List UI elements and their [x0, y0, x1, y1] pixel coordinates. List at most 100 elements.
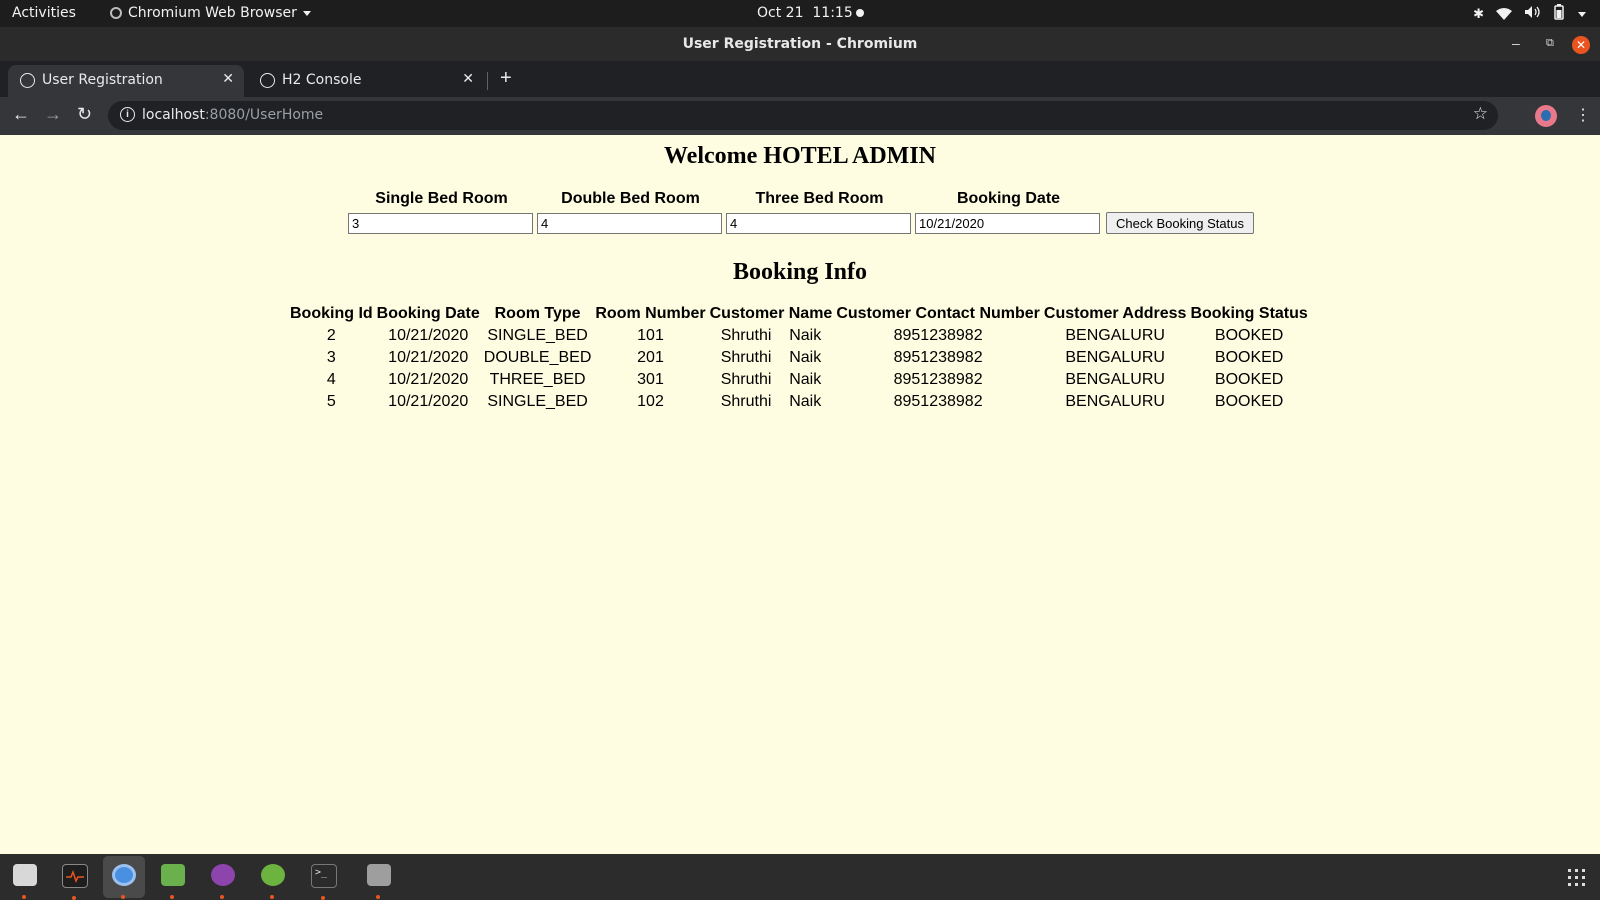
table-row: 4 10/21/2020 THREE_BED 301 Shruthi Naik … [289, 369, 1309, 391]
field-single-bed: Single Bed Room [348, 190, 535, 234]
maximize-icon[interactable]: ⧉ [1546, 37, 1554, 50]
new-tab-icon[interactable]: + [500, 67, 512, 90]
customer-contact: 8951238982 [893, 349, 983, 366]
forward-icon[interactable]: → [44, 104, 62, 125]
field-double-bed: Double Bed Room [537, 190, 724, 234]
booking-date-input[interactable] [915, 213, 1100, 234]
booking-status: BOOKED [1214, 349, 1284, 366]
github-icon[interactable] [211, 864, 235, 899]
table-header-row: Booking Id Booking Date Room Type Room N… [289, 303, 1309, 325]
back-icon[interactable]: ← [12, 104, 30, 125]
room-type: SINGLE_BED [487, 327, 588, 344]
customer-contact: 8951238982 [893, 393, 983, 410]
app-menu[interactable]: Chromium Web Browser [110, 5, 311, 21]
address-bar[interactable]: i localhost:8080/UserHome ☆ [108, 101, 1498, 130]
room-type: THREE_BED [489, 371, 586, 388]
close-tab-icon[interactable]: ✕ [462, 71, 474, 87]
customer-address: BENGALURU [1065, 393, 1165, 410]
field-label: Double Bed Room [561, 190, 700, 207]
booking-info-title: Booking Info [732, 259, 868, 285]
close-window-icon[interactable]: ✕ [1572, 36, 1590, 54]
customer-address: BENGALURU [1065, 371, 1165, 388]
system-menu-chevron-icon[interactable] [1578, 11, 1586, 17]
bookmark-star-icon[interactable]: ☆ [1473, 104, 1488, 124]
terminal-icon[interactable]: >_ [311, 864, 337, 900]
volume-icon [1524, 5, 1540, 23]
clock-time: 11:15 [812, 5, 853, 21]
customer-name: Shruthi Naik [709, 391, 834, 413]
tab-h2-console[interactable]: H2 Console ✕ [248, 65, 484, 97]
booking-id: 2 [326, 327, 336, 344]
customer-address: BENGALURU [1065, 327, 1165, 344]
customer-name: Shruthi Naik [709, 347, 834, 369]
three-bed-input[interactable] [726, 213, 911, 234]
check-booking-status-button[interactable]: Check Booking Status [1106, 212, 1254, 234]
double-bed-input[interactable] [537, 213, 722, 234]
column-header: Customer Address [1043, 305, 1187, 322]
booking-date: 10/21/2020 [388, 371, 469, 388]
column-header: Room Type [494, 305, 581, 322]
url-text[interactable]: localhost:8080/UserHome [142, 107, 323, 123]
tab-strip: User Registration ✕ H2 Console ✕ + [0, 61, 1600, 97]
field-three-bed: Three Bed Room [726, 190, 913, 234]
tab-label: H2 Console [282, 72, 362, 88]
activities-button[interactable]: Activities [12, 5, 76, 21]
reload-icon[interactable]: ↻ [77, 104, 92, 125]
site-info-icon[interactable]: i [120, 107, 135, 122]
system-tray[interactable]: ✱ [1473, 4, 1586, 24]
spring-icon[interactable] [261, 864, 285, 899]
booking-date: 10/21/2020 [388, 327, 469, 344]
column-header: Booking Id [290, 305, 373, 322]
chromium-icon[interactable] [112, 864, 136, 899]
room-number: 301 [637, 371, 664, 388]
globe-icon [20, 73, 35, 88]
customer-last-name: Naik [789, 327, 822, 344]
image-editor-icon[interactable] [161, 864, 185, 899]
booking-status: BOOKED [1214, 393, 1284, 410]
tab-user-registration[interactable]: User Registration ✕ [8, 65, 244, 97]
window-title: User Registration - Chromium [682, 36, 918, 52]
booking-status: BOOKED [1214, 327, 1284, 344]
taskbar: >_ [0, 854, 1600, 900]
battery-icon [1552, 4, 1566, 24]
customer-name: Shruthi Naik [709, 325, 834, 347]
field-label: Three Bed Room [755, 190, 884, 207]
customer-first-name: Shruthi [720, 327, 772, 344]
url-path: :8080/UserHome [204, 107, 324, 123]
table-row: 2 10/21/2020 SINGLE_BED 101 Shruthi Naik… [289, 325, 1309, 347]
show-applications-icon[interactable] [1568, 869, 1586, 887]
booking-id: 5 [326, 393, 336, 410]
booking-date: 10/21/2020 [388, 349, 469, 366]
clock[interactable]: Oct 21 11:15 [757, 5, 853, 21]
room-number: 101 [637, 327, 664, 344]
chevron-down-icon [302, 10, 311, 16]
window-title-bar[interactable]: User Registration - Chromium – ⧉ ✕ [0, 27, 1600, 61]
disk-icon[interactable] [367, 864, 391, 899]
customer-address: BENGALURU [1065, 349, 1165, 366]
column-header: Booking Status [1190, 305, 1308, 322]
minimize-icon[interactable]: – [1512, 35, 1520, 51]
room-number: 201 [637, 349, 664, 366]
files-icon[interactable] [13, 864, 37, 899]
system-monitor-icon[interactable] [62, 864, 88, 900]
browser-toolbar: ← → ↻ i localhost:8080/UserHome ☆ ⋮ [0, 97, 1600, 135]
booking-date: 10/21/2020 [388, 393, 469, 410]
single-bed-input[interactable] [348, 213, 533, 234]
url-host: localhost [142, 107, 205, 123]
customer-first-name: Shruthi [720, 393, 772, 410]
table-row: 5 10/21/2020 SINGLE_BED 102 Shruthi Naik… [289, 391, 1309, 413]
customer-last-name: Naik [789, 349, 822, 366]
customer-last-name: Naik [789, 393, 822, 410]
clock-date: Oct 21 [757, 5, 804, 21]
slack-tray-icon[interactable]: ✱ [1473, 7, 1484, 22]
tab-label: User Registration [42, 72, 163, 88]
wifi-icon [1496, 8, 1512, 20]
column-header: Customer Name [709, 305, 833, 322]
globe-icon [260, 73, 275, 88]
booking-table: Booking Id Booking Date Room Type Room N… [287, 303, 1311, 413]
field-label: Booking Date [956, 190, 1061, 207]
profile-avatar[interactable] [1535, 105, 1557, 127]
more-options-icon[interactable]: ⋮ [1575, 105, 1591, 125]
tab-separator [487, 72, 488, 90]
close-tab-icon[interactable]: ✕ [222, 71, 234, 87]
